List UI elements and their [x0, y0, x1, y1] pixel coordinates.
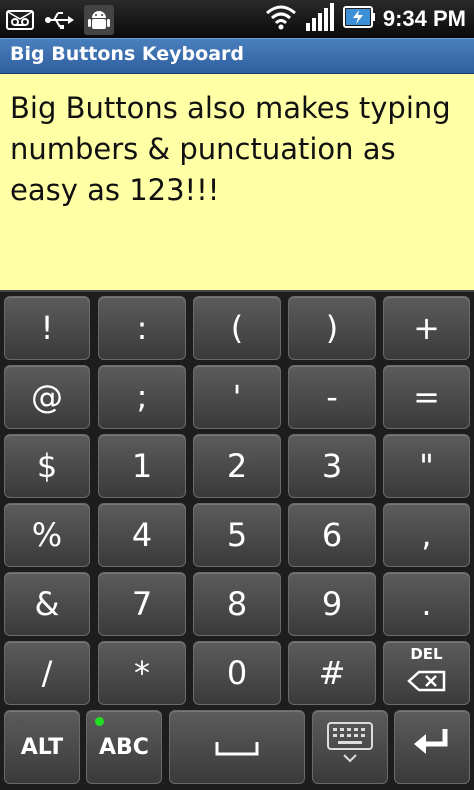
status-time: 9:34 PM [382, 6, 466, 31]
key-6[interactable]: 6 [288, 503, 376, 567]
key-9[interactable]: 9 [288, 572, 376, 636]
keyboard-switch-key[interactable] [312, 710, 388, 784]
status-bar: 9:34 PM [0, 0, 474, 38]
key-label: 9 [321, 585, 343, 623]
abc-key[interactable]: ABC [86, 710, 162, 784]
enter-icon [412, 726, 452, 768]
app-title-bar: Big Buttons Keyboard [0, 38, 474, 74]
key-2[interactable]: 2 [193, 434, 281, 498]
battery-charging-icon [342, 4, 375, 34]
key-open-paren[interactable]: ( [193, 296, 281, 360]
key-label: ! [40, 309, 54, 347]
key-label: , [421, 516, 432, 554]
signal-icon [305, 3, 335, 35]
backspace-icon [406, 662, 447, 700]
key-semicolon[interactable]: ; [98, 365, 186, 429]
keyboard: ! : ( ) + @ ; ' - = $ 1 2 3 " % 4 5 6 , … [0, 290, 474, 790]
delete-label: DEL [410, 644, 443, 663]
key-exclamation[interactable]: ! [4, 296, 90, 360]
key-label: 6 [321, 516, 343, 554]
app-title: Big Buttons Keyboard [10, 43, 244, 65]
space-key[interactable] [169, 710, 305, 784]
key-label: ; [136, 378, 148, 416]
key-label: ) [325, 309, 339, 347]
key-at[interactable]: @ [4, 365, 90, 429]
key-label: ' [232, 378, 242, 416]
key-label: 5 [226, 516, 248, 554]
key-asterisk[interactable]: * [98, 641, 186, 705]
key-7[interactable]: 7 [98, 572, 186, 636]
text-editor[interactable]: Big Buttons also makes typing numbers & … [0, 74, 474, 290]
key-label: = [413, 378, 440, 416]
key-3[interactable]: 3 [288, 434, 376, 498]
key-dollar[interactable]: $ [4, 434, 90, 498]
key-0[interactable]: 0 [193, 641, 281, 705]
key-label: 3 [321, 447, 343, 485]
key-5[interactable]: 5 [193, 503, 281, 567]
editor-text: Big Buttons also makes typing numbers & … [10, 91, 451, 207]
key-label: 0 [226, 654, 248, 692]
usb-icon [44, 9, 74, 35]
key-label: + [413, 309, 440, 347]
key-ampersand[interactable]: & [4, 572, 90, 636]
key-minus[interactable]: - [288, 365, 376, 429]
key-label: $ [36, 447, 58, 485]
abc-indicator-dot [95, 717, 104, 726]
key-1[interactable]: 1 [98, 434, 186, 498]
alt-key[interactable]: ALT [4, 710, 80, 784]
key-label: " [419, 447, 434, 485]
key-label: * [134, 654, 150, 692]
key-8[interactable]: 8 [193, 572, 281, 636]
key-comma[interactable]: , [383, 503, 470, 567]
alt-indicator-dot [13, 717, 22, 726]
key-label: # [318, 654, 346, 692]
key-label: / [41, 654, 53, 692]
key-label: . [421, 585, 432, 623]
wifi-icon [265, 4, 297, 34]
key-label: 1 [131, 447, 153, 485]
key-equals[interactable]: = [383, 365, 470, 429]
key-label: @ [31, 378, 63, 416]
key-colon[interactable]: : [98, 296, 186, 360]
key-4[interactable]: 4 [98, 503, 186, 567]
key-label: % [31, 516, 63, 554]
delete-key[interactable]: DEL [383, 641, 470, 705]
key-close-paren[interactable]: ) [288, 296, 376, 360]
key-percent[interactable]: % [4, 503, 90, 567]
key-label: 4 [131, 516, 153, 554]
key-hash[interactable]: # [288, 641, 376, 705]
keyboard-hide-icon [325, 721, 375, 773]
key-label: - [326, 378, 338, 416]
space-bar-icon [214, 728, 260, 766]
key-plus[interactable]: + [383, 296, 470, 360]
key-period[interactable]: . [383, 572, 470, 636]
key-label: 2 [226, 447, 248, 485]
key-apostrophe[interactable]: ' [193, 365, 281, 429]
key-quote[interactable]: " [383, 434, 470, 498]
key-label: 8 [226, 585, 248, 623]
enter-key[interactable] [394, 710, 470, 784]
key-label: ALT [20, 734, 64, 760]
key-label: ( [230, 309, 244, 347]
android-debug-icon [84, 5, 114, 39]
key-label: ABC [99, 734, 149, 760]
key-label: : [136, 309, 148, 347]
key-label: & [34, 585, 60, 623]
key-label: 7 [131, 585, 153, 623]
key-slash[interactable]: / [4, 641, 90, 705]
voicemail-icon [6, 9, 34, 35]
